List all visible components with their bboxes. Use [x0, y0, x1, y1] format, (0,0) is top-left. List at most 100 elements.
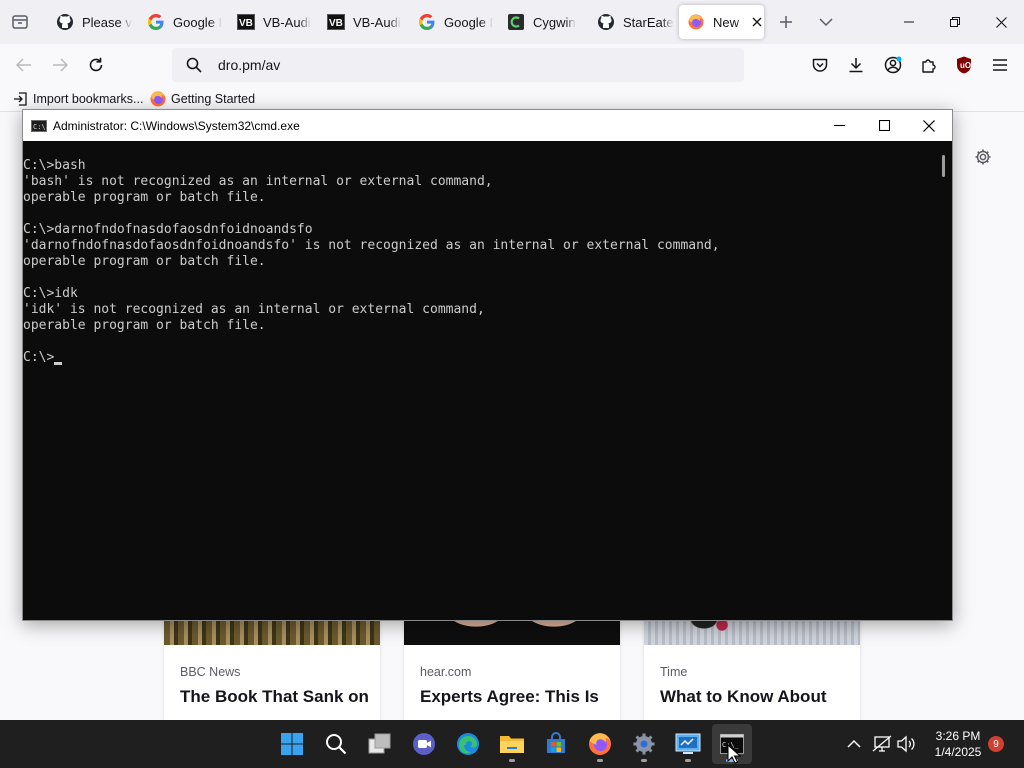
- story-source: Time: [660, 665, 688, 679]
- story-card[interactable]: BBC News The Book That Sank on: [164, 607, 380, 720]
- svg-text:uO: uO: [960, 61, 971, 70]
- console-line: C:\>darnofndofnasdofaosdnfoidnoandsfo: [23, 222, 313, 237]
- close-tab-button[interactable]: [750, 14, 764, 30]
- control-panel-app[interactable]: [668, 724, 708, 764]
- reload-button[interactable]: [81, 50, 111, 80]
- story-source: BBC News: [180, 665, 241, 679]
- url-bar[interactable]: [172, 48, 744, 82]
- forward-button[interactable]: [45, 50, 75, 80]
- task-view-icon: [368, 733, 391, 754]
- url-input[interactable]: [218, 57, 718, 73]
- bookmark-label: Import bookmarks...: [33, 92, 144, 106]
- bookmark-getting-started[interactable]: Getting Started: [150, 90, 255, 108]
- text-cursor: [54, 362, 63, 365]
- tab-cygwin[interactable]: Cygwin: [499, 5, 585, 39]
- tab-vb-audio-1[interactable]: VB VB-Audi: [229, 5, 315, 39]
- tab-label: VB-Audi: [263, 14, 311, 30]
- cmd-scrollbar[interactable]: [935, 141, 952, 620]
- chevron-down-icon: [819, 18, 833, 27]
- minimize-button[interactable]: [886, 0, 932, 44]
- personalize-button[interactable]: [970, 144, 996, 170]
- clock-time: 3:26 PM: [935, 729, 981, 743]
- back-button[interactable]: [9, 50, 39, 80]
- puzzle-icon: [922, 59, 936, 73]
- firefox-view-button[interactable]: [5, 7, 35, 37]
- cmd-titlebar[interactable]: C:\ Administrator: C:\Windows\System32\c…: [23, 110, 952, 141]
- hamburger-menu-icon: [993, 59, 1007, 71]
- tab-label: Please v: [82, 14, 132, 30]
- restore-button[interactable]: [932, 0, 978, 44]
- start-icon: [281, 733, 303, 755]
- console-line: C:\>idk: [23, 286, 78, 301]
- story-card[interactable]: hear.com Experts Agree: This Is: [404, 607, 620, 720]
- file-explorer-app[interactable]: [492, 724, 532, 764]
- taskbar-search-button[interactable]: [316, 724, 356, 764]
- account-button[interactable]: [878, 50, 908, 80]
- google-icon: [418, 13, 436, 31]
- tab-please[interactable]: Please v: [48, 5, 134, 39]
- notification-badge[interactable]: 9: [988, 736, 1004, 752]
- cmd-maximize-button[interactable]: [861, 110, 907, 141]
- file-explorer-icon: [500, 736, 524, 753]
- teams-icon: [413, 733, 435, 755]
- close-window-button[interactable]: [978, 0, 1024, 44]
- ublock-origin-button[interactable]: uO: [949, 50, 979, 80]
- mouse-pointer-icon: [727, 744, 741, 764]
- close-icon: [995, 16, 1007, 28]
- volume-control[interactable]: [894, 732, 918, 756]
- restore-icon: [950, 17, 960, 27]
- cmd-close-button[interactable]: [906, 110, 952, 141]
- ublock-origin-icon: uO: [957, 56, 971, 74]
- tab-stareater[interactable]: StarEate: [589, 5, 675, 39]
- tab-google-1[interactable]: Google I: [139, 5, 225, 39]
- reload-icon: [89, 57, 103, 72]
- cmd-window[interactable]: C:\ Administrator: C:\Windows\System32\c…: [22, 109, 953, 621]
- clock[interactable]: 3:26 PM 1/4/2025: [920, 728, 996, 760]
- teams-app[interactable]: [404, 724, 444, 764]
- firefox-app[interactable]: [580, 724, 620, 764]
- menu-button[interactable]: [985, 50, 1015, 80]
- edge-app[interactable]: [448, 724, 488, 764]
- firefox-view-icon: [12, 15, 28, 29]
- extensions-button[interactable]: [914, 50, 944, 80]
- network-status[interactable]: [870, 732, 894, 756]
- console-line: operable program or batch file.: [23, 190, 266, 205]
- google-icon: [147, 13, 165, 31]
- downloads-button[interactable]: [841, 50, 871, 80]
- scrollbar-thumb[interactable]: [942, 155, 945, 177]
- firefox-icon: [687, 13, 705, 31]
- pocket-button[interactable]: [805, 50, 835, 80]
- running-indicator: [641, 759, 647, 762]
- vb-audio-icon: VB: [327, 13, 345, 31]
- tab-new-tab[interactable]: New T: [679, 5, 764, 39]
- cmd-title: Administrator: C:\Windows\System32\cmd.e…: [53, 118, 300, 133]
- bookmark-import[interactable]: Import bookmarks...: [12, 90, 143, 108]
- tab-vb-audio-2[interactable]: VB VB-Audi: [319, 5, 405, 39]
- cmd-console[interactable]: C:\>bash 'bash' is not recognized as an …: [23, 141, 935, 620]
- gear-icon: [975, 149, 991, 165]
- store-app[interactable]: [536, 724, 576, 764]
- search-icon: [326, 734, 347, 755]
- console-line: 'bash' is not recognized as an internal …: [23, 174, 493, 189]
- task-view-button[interactable]: [360, 724, 400, 764]
- taskbar: C:\_ 3:26 PM 1/4/2025: [0, 720, 1024, 768]
- github-icon: [56, 13, 74, 31]
- new-tab-button[interactable]: [771, 7, 801, 37]
- network-icon: [872, 735, 892, 752]
- tab-google-2[interactable]: Google I: [410, 5, 496, 39]
- story-source: hear.com: [420, 665, 472, 679]
- settings-app[interactable]: [624, 724, 664, 764]
- start-button[interactable]: [272, 724, 312, 764]
- plus-icon: [780, 16, 792, 28]
- console-prompt-line: C:\>: [23, 350, 935, 366]
- settings-icon: [633, 733, 655, 755]
- console-line: 'idk' is not recognized as an internal o…: [23, 302, 485, 317]
- running-indicator: [685, 759, 691, 762]
- console-line: operable program or batch file.: [23, 318, 266, 333]
- list-all-tabs-button[interactable]: [811, 7, 841, 37]
- cygwin-icon: [507, 13, 525, 31]
- firefox-icon: [589, 733, 611, 755]
- show-hidden-icons-button[interactable]: [842, 732, 866, 756]
- cmd-minimize-button[interactable]: [816, 110, 862, 141]
- story-card[interactable]: Time What to Know About: [644, 607, 860, 720]
